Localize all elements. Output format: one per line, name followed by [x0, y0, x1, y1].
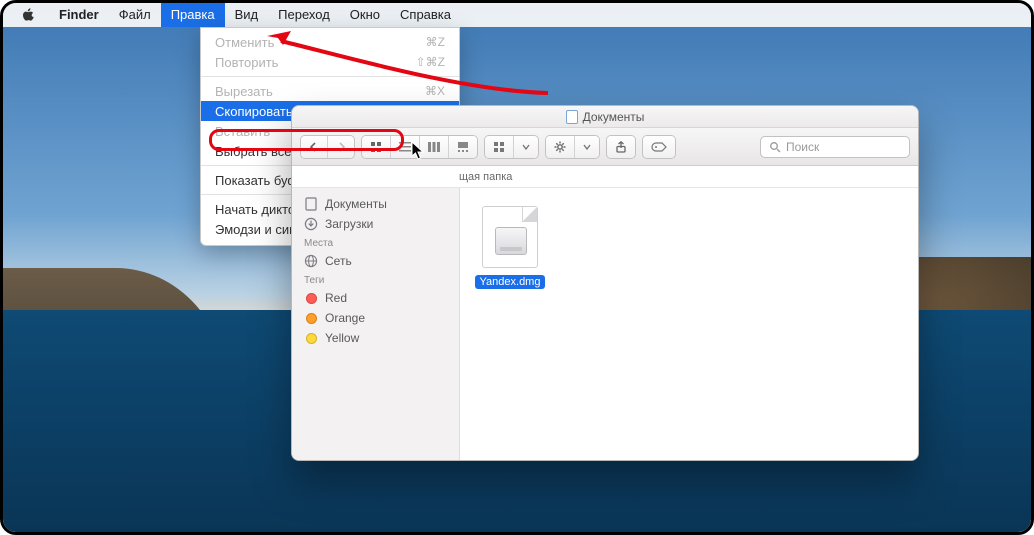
menu-go[interactable]: Переход: [268, 3, 340, 27]
gear-icon: [554, 141, 566, 153]
download-icon: [304, 217, 318, 231]
forward-button[interactable]: [327, 136, 354, 158]
dmg-file-icon: [482, 206, 538, 268]
sidebar-item-network[interactable]: Сеть: [292, 251, 459, 271]
path-subheader: щая папка: [292, 166, 918, 188]
menu-file[interactable]: Файл: [109, 3, 161, 27]
back-button[interactable]: [301, 136, 327, 158]
sidebar-item-downloads[interactable]: Загрузки: [292, 214, 459, 234]
menu-help[interactable]: Справка: [390, 3, 461, 27]
share-button[interactable]: [606, 135, 636, 159]
share-icon: [615, 141, 627, 153]
file-name-label: Yandex.dmg: [475, 275, 546, 289]
nav-buttons: [300, 135, 355, 159]
window-title: Документы: [583, 110, 645, 124]
tags-button[interactable]: [642, 135, 676, 159]
menu-item-undo: Отменить⌘Z: [201, 32, 459, 52]
view-icons-button[interactable]: [362, 136, 390, 158]
finder-content[interactable]: Yandex.dmg: [460, 188, 918, 460]
search-field[interactable]: Поиск: [760, 136, 910, 158]
folder-icon: [566, 110, 578, 124]
menu-item-cut: Вырезать⌘X: [201, 81, 459, 101]
search-placeholder: Поиск: [786, 140, 819, 154]
sidebar-header-places: Места: [292, 234, 459, 251]
file-item[interactable]: Yandex.dmg: [474, 206, 546, 290]
cursor-icon: [411, 141, 425, 161]
sidebar-item-documents[interactable]: Документы: [292, 194, 459, 214]
finder-sidebar: Документы Загрузки Места Сеть Теги Red: [292, 188, 460, 460]
finder-window: Документы: [291, 105, 919, 461]
menu-view[interactable]: Вид: [225, 3, 269, 27]
tag-dot-icon: [306, 313, 317, 324]
menu-edit[interactable]: Правка: [161, 3, 225, 27]
sidebar-tag-yellow[interactable]: Yellow: [292, 328, 459, 348]
sidebar-tag-red[interactable]: Red: [292, 288, 459, 308]
tag-dot-icon: [306, 293, 317, 304]
action-button[interactable]: [545, 135, 600, 159]
view-gallery-button[interactable]: [448, 136, 477, 158]
finder-toolbar: Поиск: [292, 128, 918, 166]
apple-logo-icon[interactable]: [21, 8, 35, 22]
sidebar-header-tags: Теги: [292, 271, 459, 288]
tag-icon: [651, 142, 667, 152]
menu-separator: [201, 76, 459, 77]
tag-dot-icon: [306, 333, 317, 344]
network-icon: [304, 254, 318, 268]
group-by-button[interactable]: [484, 135, 539, 159]
sidebar-tag-orange[interactable]: Orange: [292, 308, 459, 328]
menu-item-redo: Повторить⇧⌘Z: [201, 52, 459, 72]
search-icon: [769, 141, 781, 153]
menubar-app-name[interactable]: Finder: [49, 3, 109, 27]
menu-window[interactable]: Окно: [340, 3, 390, 27]
document-icon: [304, 197, 318, 211]
menubar: Finder Файл Правка Вид Переход Окно Спра…: [3, 3, 1031, 27]
window-titlebar[interactable]: Документы: [292, 106, 918, 128]
